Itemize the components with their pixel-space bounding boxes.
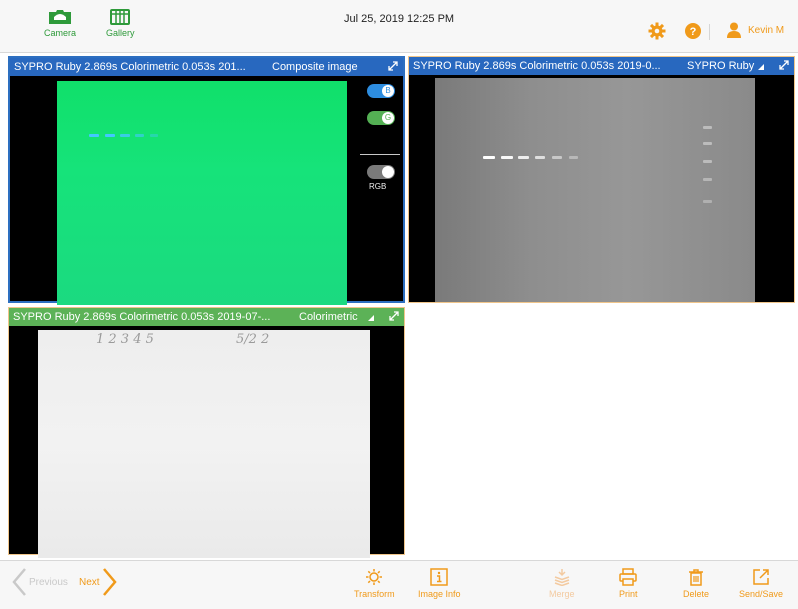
camera-label: Camera xyxy=(44,28,77,38)
rgb-toggle[interactable] xyxy=(367,165,395,179)
blue-channel-toggle[interactable]: B xyxy=(367,84,395,98)
user-name: Kevin M xyxy=(748,24,785,36)
expand-icon xyxy=(389,311,399,321)
question-icon: ? xyxy=(685,23,701,39)
image-info-button[interactable]: Image Info xyxy=(418,568,461,599)
delete-button[interactable]: Delete xyxy=(683,568,709,599)
gel-band xyxy=(150,134,158,137)
ladder-band xyxy=(703,178,712,181)
panel-title: SYPRO Ruby 2.869s Colorimetric 0.053s 20… xyxy=(413,60,661,72)
expand-button[interactable] xyxy=(779,60,789,73)
panel-mode: Colorimetric xyxy=(299,311,358,323)
print-label: Print xyxy=(619,589,638,599)
panel-title-bar: SYPRO Ruby 2.869s Colorimetric 0.053s 20… xyxy=(10,58,403,76)
gallery-icon xyxy=(110,9,131,25)
printer-icon xyxy=(619,568,637,586)
transform-label: Transform xyxy=(354,589,395,599)
help-button[interactable]: ? xyxy=(684,22,702,45)
gel-band xyxy=(483,156,495,159)
composite-image: B G RGB xyxy=(10,76,403,305)
rgb-label: RGB xyxy=(369,182,387,191)
colorimetric-image: 1 2 3 4 5 5/2 2 xyxy=(9,326,404,558)
gallery-label: Gallery xyxy=(106,28,135,38)
send-save-button[interactable]: Send/Save xyxy=(739,568,783,599)
top-bar: Camera Gallery Jul 25, 2019 12:25 PM ? K… xyxy=(0,0,798,53)
panel-title-bar: SYPRO Ruby 2.869s Colorimetric 0.053s 20… xyxy=(409,57,794,75)
camera-button[interactable]: Camera xyxy=(44,8,76,38)
datetime-label: Jul 25, 2019 12:25 PM xyxy=(344,13,455,25)
gel-image-gray xyxy=(435,78,755,302)
channel-picker[interactable] xyxy=(367,313,375,325)
gear-icon xyxy=(648,22,666,40)
gel-band xyxy=(552,156,562,159)
panel-title: SYPRO Ruby 2.869s Colorimetric 0.053s 20… xyxy=(14,61,246,73)
user-icon xyxy=(727,22,741,38)
image-panel-composite[interactable]: SYPRO Ruby 2.869s Colorimetric 0.053s 20… xyxy=(8,56,405,305)
trash-icon xyxy=(689,569,703,586)
ladder-band xyxy=(703,160,712,163)
merge-button[interactable]: Merge xyxy=(549,568,575,599)
gel-band xyxy=(89,134,99,137)
green-channel-toggle[interactable]: G xyxy=(367,111,395,125)
expand-icon xyxy=(779,60,789,70)
bottom-toolbar: Previous Next Transform Image Info Merge… xyxy=(0,560,798,609)
stack-icon xyxy=(554,569,570,586)
panel-title: SYPRO Ruby 2.869s Colorimetric 0.053s 20… xyxy=(13,311,271,323)
app-window: Camera Gallery Jul 25, 2019 12:25 PM ? K… xyxy=(0,0,798,609)
toggle-label: B xyxy=(382,85,394,97)
image-panel-colorimetric[interactable]: SYPRO Ruby 2.869s Colorimetric 0.053s 20… xyxy=(8,307,405,558)
user-menu[interactable]: Kevin M xyxy=(727,22,784,38)
gel-band xyxy=(518,156,529,159)
panel-title-bar: SYPRO Ruby 2.869s Colorimetric 0.053s 20… xyxy=(9,308,404,326)
image-panel-sypro[interactable]: SYPRO Ruby 2.869s Colorimetric 0.053s 20… xyxy=(408,56,795,303)
panel-mode: Composite image xyxy=(272,61,358,73)
settings-button[interactable] xyxy=(648,22,666,45)
toggle-label: G xyxy=(382,112,394,124)
gel-band xyxy=(569,156,578,159)
next-button[interactable]: Next xyxy=(79,567,118,597)
expand-button[interactable] xyxy=(389,311,399,324)
handwriting-lanes: 1 2 3 4 5 xyxy=(96,332,154,347)
chevron-right-icon xyxy=(102,568,117,596)
export-icon xyxy=(753,569,769,585)
camera-icon xyxy=(49,10,71,24)
gel-image-white: 1 2 3 4 5 5/2 2 xyxy=(38,330,370,558)
next-label: Next xyxy=(79,576,100,588)
image-info-label: Image Info xyxy=(418,589,461,599)
gel-band xyxy=(535,156,545,159)
chevron-left-icon xyxy=(12,568,26,596)
ladder-band xyxy=(703,200,712,203)
expand-icon xyxy=(388,61,398,71)
gel-band xyxy=(501,156,513,159)
divider xyxy=(709,24,710,40)
previous-label: Previous xyxy=(29,576,68,588)
gel-band xyxy=(120,134,130,137)
ladder-band xyxy=(703,142,712,145)
handwriting-note: 5/2 2 xyxy=(236,332,270,347)
gel-band xyxy=(135,134,144,137)
sun-icon xyxy=(366,569,383,585)
chevron-down-icon xyxy=(368,315,374,321)
transform-button[interactable]: Transform xyxy=(354,568,395,599)
merge-label: Merge xyxy=(549,589,575,599)
gel-image-green xyxy=(57,81,347,305)
expand-button[interactable] xyxy=(388,61,398,74)
panel-mode: SYPRO Ruby xyxy=(687,60,755,72)
info-icon xyxy=(430,568,449,586)
send-save-label: Send/Save xyxy=(739,589,784,599)
gallery-button[interactable]: Gallery xyxy=(106,8,135,38)
sypro-image xyxy=(409,75,794,302)
print-button[interactable]: Print xyxy=(619,568,638,599)
divider xyxy=(360,154,400,155)
toggle-knob xyxy=(382,166,394,178)
delete-label: Delete xyxy=(683,589,710,599)
gel-band xyxy=(105,134,115,137)
chevron-down-icon xyxy=(758,64,764,70)
channel-picker[interactable] xyxy=(757,62,765,74)
svg-text:?: ? xyxy=(690,26,697,38)
ladder-band xyxy=(703,126,712,129)
previous-button[interactable]: Previous xyxy=(11,567,68,597)
